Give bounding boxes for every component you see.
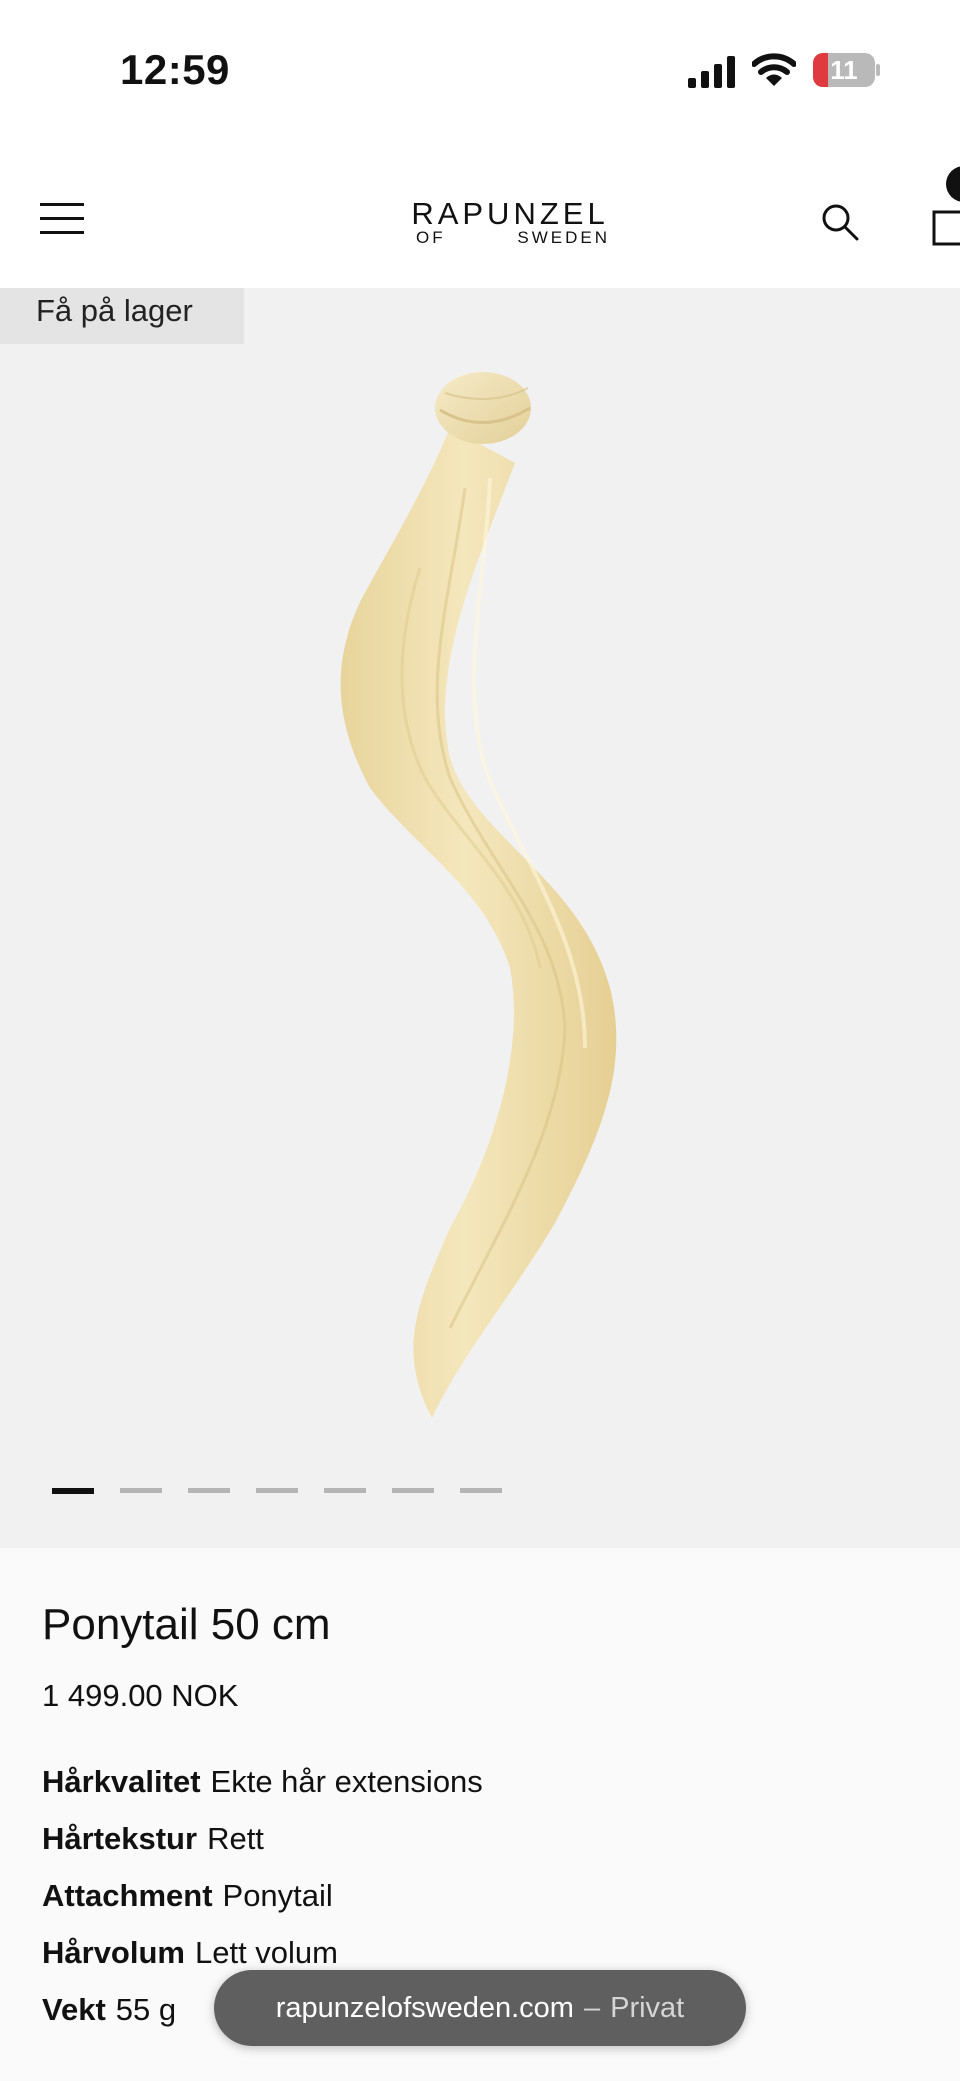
pagination-dot-7[interactable] — [460, 1488, 502, 1493]
browser-url-pill[interactable]: rapunzelofsweden.com – Privat — [214, 1970, 746, 2046]
status-bar: 12:59 11 — [0, 0, 960, 140]
attribute-value: 55 g — [115, 1992, 177, 2027]
private-mode-label: Privat — [610, 1991, 685, 2024]
attribute-key: Vekt — [42, 1992, 106, 2027]
url-separator: – — [583, 1991, 601, 2024]
attribute-row: Vekt 55 g — [42, 1992, 176, 2028]
ponytail-product-image[interactable] — [300, 368, 680, 1428]
attribute-key: Hårkvalitet — [42, 1764, 201, 1799]
signal-icon — [688, 56, 735, 88]
url-domain: rapunzelofsweden.com — [275, 1991, 574, 2024]
wifi-icon — [752, 53, 796, 86]
product-gallery[interactable]: Få på lager — [0, 288, 960, 1548]
status-time: 12:59 — [120, 46, 230, 93]
product-price: 1 499.00 NOK — [42, 1678, 239, 1713]
pagination-dot-3[interactable] — [188, 1488, 230, 1493]
attribute-value: Ekte hår extensions — [210, 1764, 483, 1799]
attribute-key: Hårvolum — [42, 1935, 185, 1970]
pagination-dot-6[interactable] — [392, 1488, 434, 1493]
gallery-pagination — [52, 1488, 502, 1494]
attribute-key: Hårtekstur — [42, 1821, 198, 1856]
cart-icon[interactable] — [932, 200, 960, 246]
attribute-value: Lett volum — [194, 1935, 338, 1970]
attribute-value: Ponytail — [222, 1878, 333, 1913]
pagination-dot-4[interactable] — [256, 1488, 298, 1493]
stock-status-badge: Få på lager — [0, 288, 244, 344]
attribute-key: Attachment — [42, 1878, 213, 1913]
site-header: RAPUNZEL OF SWEDEN — [0, 140, 960, 288]
menu-icon[interactable] — [40, 202, 84, 236]
product-page: 12:59 11 RAPUNZEL OF SWEDEN Få på lager … — [0, 0, 960, 2081]
search-icon[interactable] — [820, 202, 860, 242]
logo-of: OF — [416, 228, 446, 247]
attribute-row: Hårvolum Lett volum — [42, 1935, 338, 1971]
attribute-value: Rett — [207, 1821, 264, 1856]
logo-wordmark: RAPUNZEL — [411, 196, 609, 231]
attribute-row: Attachment Ponytail — [42, 1878, 333, 1914]
cart-count-badge[interactable] — [946, 166, 960, 202]
site-logo[interactable]: RAPUNZEL OF SWEDEN — [410, 196, 610, 247]
pagination-dot-2[interactable] — [120, 1488, 162, 1493]
pagination-dot-5[interactable] — [324, 1488, 366, 1493]
battery-level: 11 — [830, 54, 858, 85]
product-title: Ponytail 50 cm — [42, 1600, 331, 1649]
attribute-row: Hårtekstur Rett — [42, 1821, 264, 1857]
pagination-dot-1[interactable] — [52, 1488, 94, 1494]
logo-sweden: SWEDEN — [517, 228, 610, 247]
attribute-row: Hårkvalitet Ekte hår extensions — [42, 1764, 483, 1800]
